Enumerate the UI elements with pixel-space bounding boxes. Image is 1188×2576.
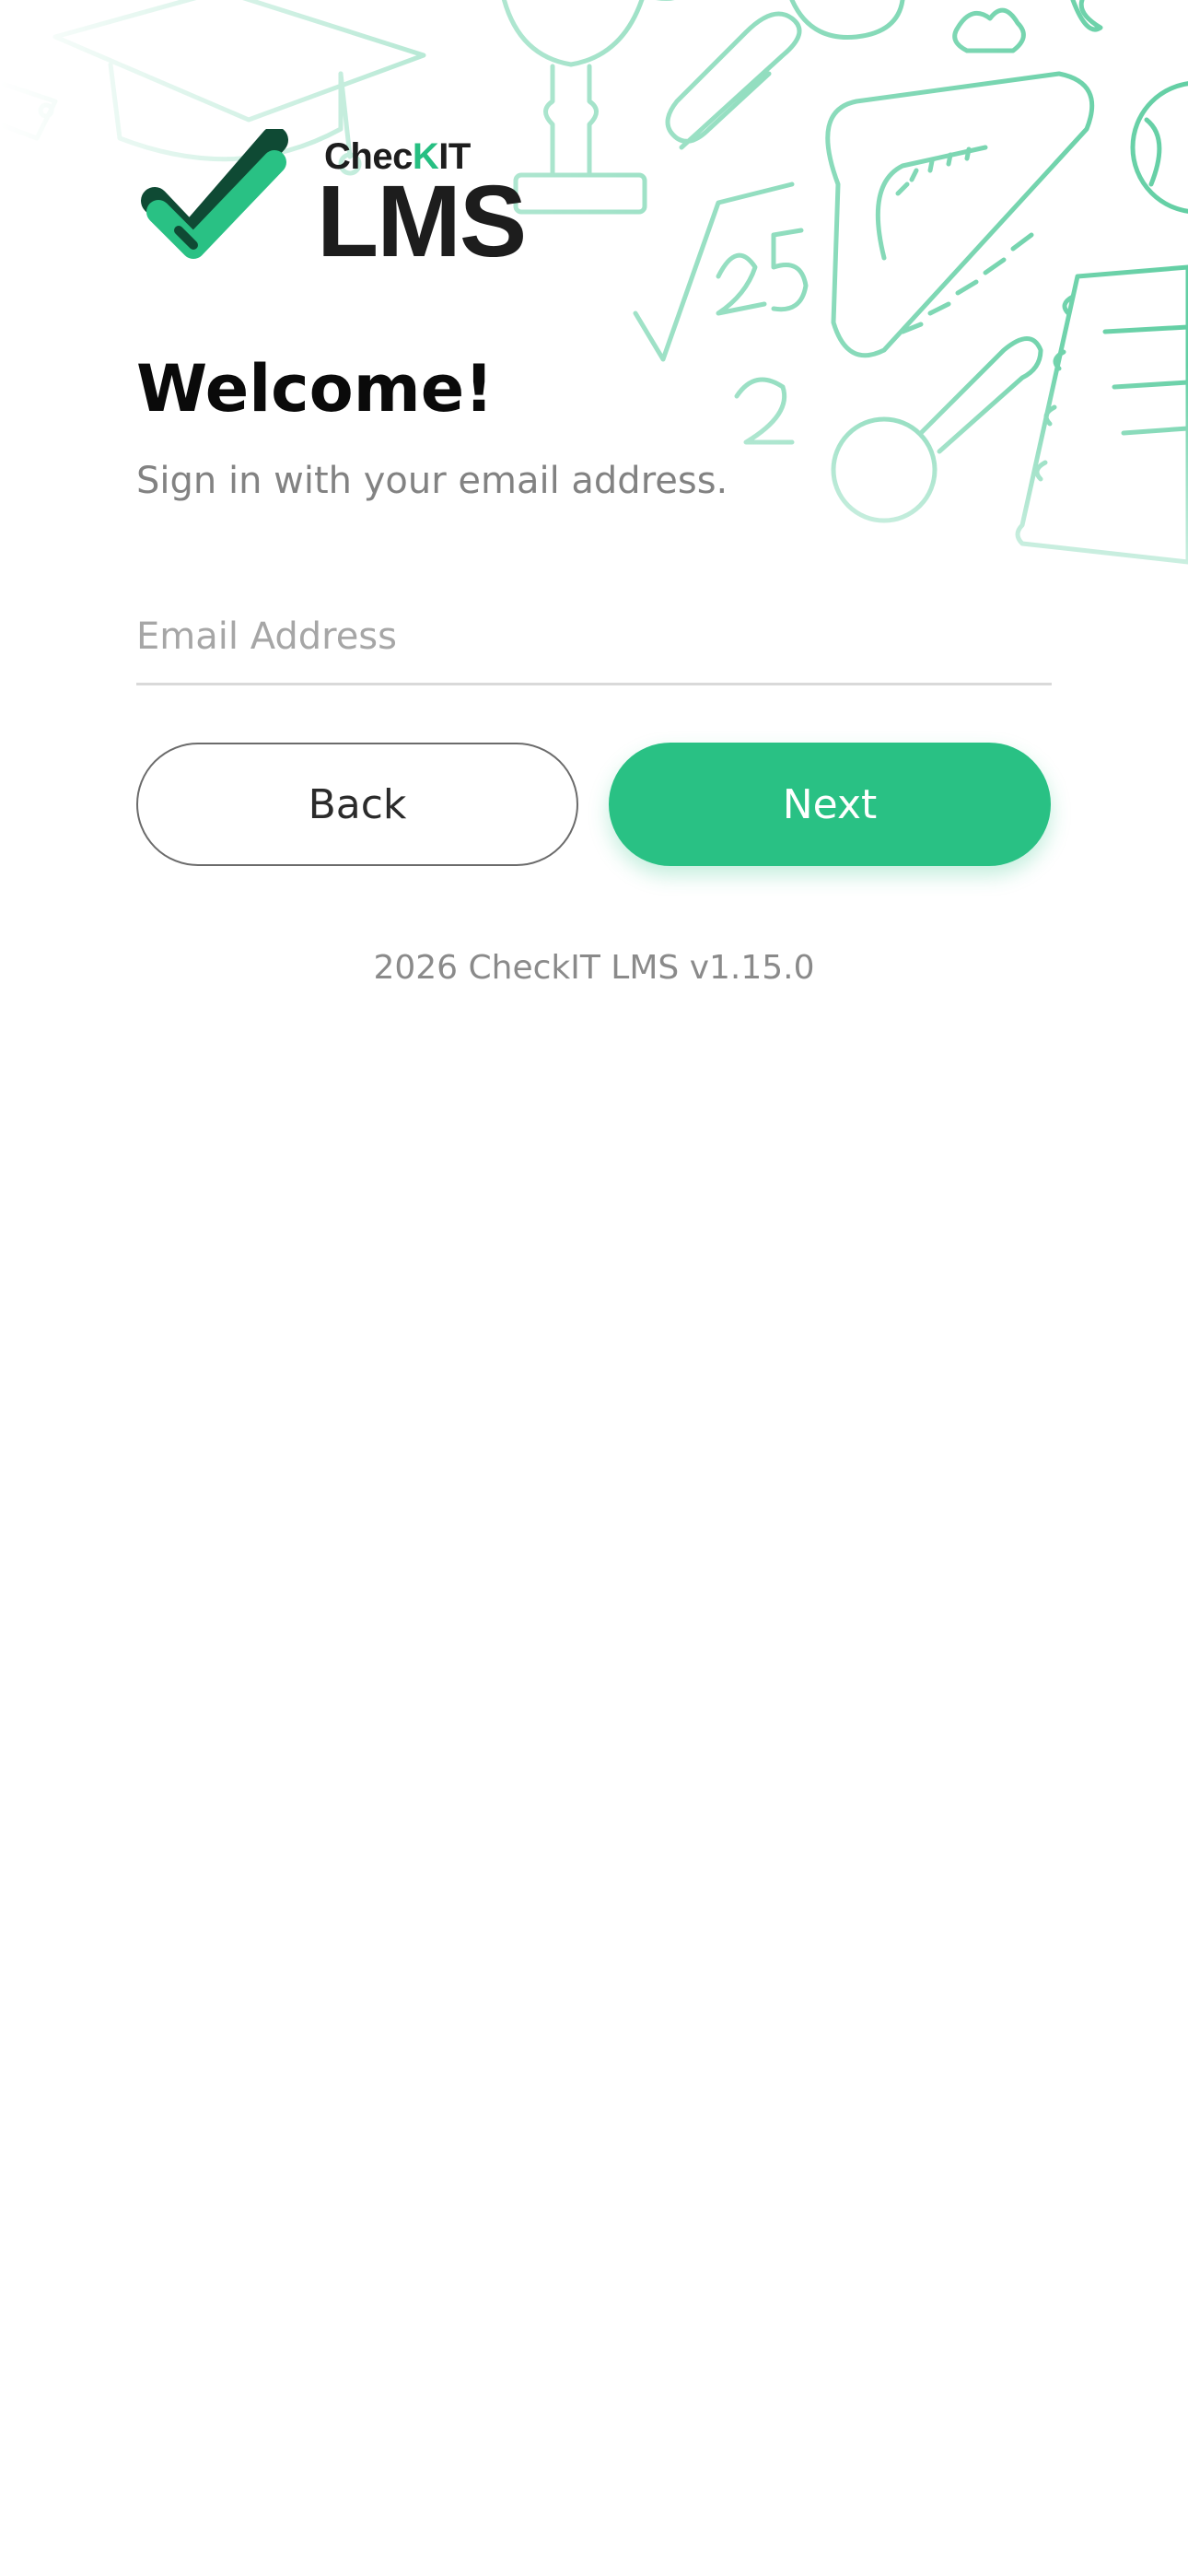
checkmark-logo-icon	[141, 129, 288, 259]
version-footer: 2026 CheckIT LMS v1.15.0	[373, 949, 815, 987]
background-doodles	[0, 0, 1188, 663]
pencil-doodle	[0, 80, 58, 141]
page-subtitle: Sign in with your email address.	[136, 460, 728, 502]
next-button[interactable]: Next	[609, 743, 1051, 866]
back-button[interactable]: Back	[136, 743, 578, 866]
ruler-doodle	[825, 71, 1095, 358]
number-doodle	[734, 377, 795, 445]
scribble-doodle	[789, 0, 1103, 53]
math-sqrt-doodle	[633, 181, 809, 362]
paperclip-doodle	[665, 11, 802, 150]
email-field[interactable]	[136, 590, 1052, 685]
logo-wordmark-big: LMS	[317, 165, 527, 278]
magnifier-doodle	[831, 336, 1043, 523]
next-button-label: Next	[782, 780, 878, 828]
back-button-label: Back	[308, 780, 407, 828]
ball-doodle	[1130, 81, 1188, 214]
app-logo: ChecKIT LMS	[136, 129, 542, 273]
page-title: Welcome!	[136, 351, 495, 427]
notebook-doodle	[1015, 264, 1188, 565]
